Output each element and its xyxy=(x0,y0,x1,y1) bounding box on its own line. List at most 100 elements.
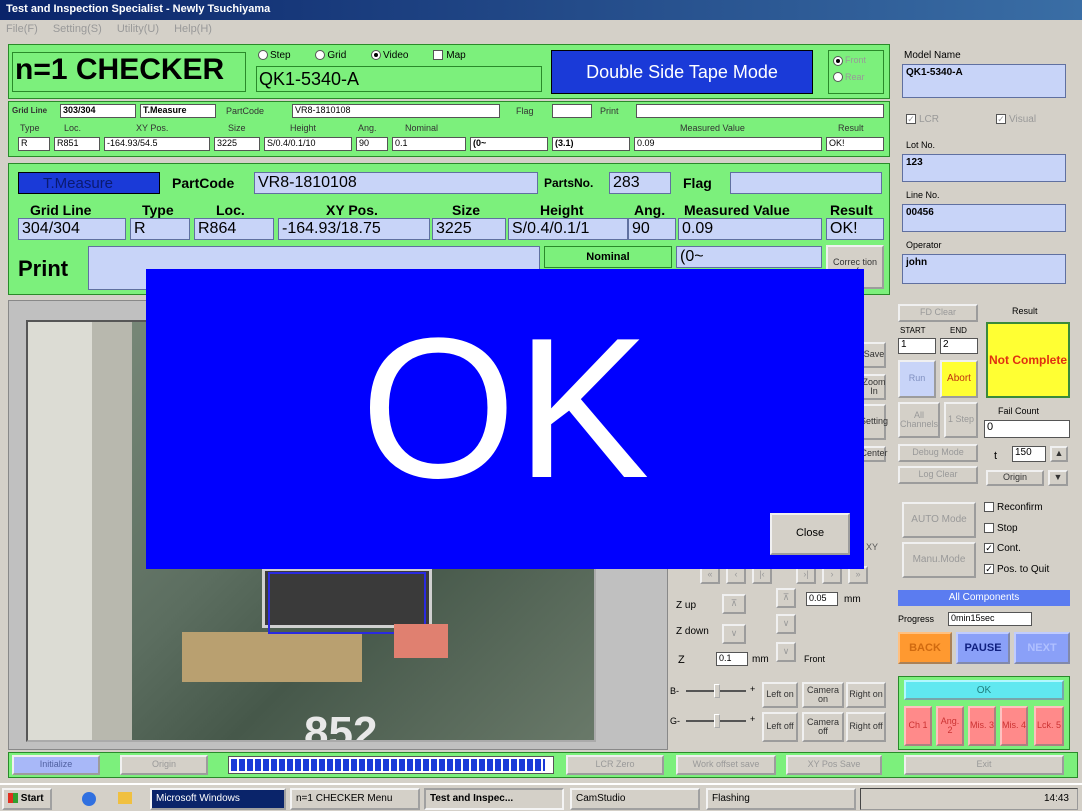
start-button[interactable]: Start xyxy=(2,788,52,810)
light-slider-2[interactable] xyxy=(686,714,746,728)
cont-checkbox[interactable]: ✓ Cont. xyxy=(984,543,1021,554)
abort-button[interactable]: Abort xyxy=(940,360,978,398)
zoom-in-partial-button[interactable]: Zoom In xyxy=(862,374,886,400)
light-slider-1[interactable] xyxy=(686,684,746,698)
origin-small-button[interactable]: Origin xyxy=(986,470,1044,486)
t-spin-up-icon[interactable]: ▲ xyxy=(1050,446,1068,462)
slider-thumb-1[interactable] xyxy=(714,684,720,698)
z-up-button[interactable]: ⊼ xyxy=(722,594,746,614)
auto-mode-button[interactable]: AUTO Mode xyxy=(902,502,976,538)
pos-to-quit-checkbox[interactable]: ✓ Pos. to Quit xyxy=(984,564,1049,575)
lot-label: Lot No. xyxy=(906,140,936,150)
right-light-off-button[interactable]: Right off xyxy=(846,712,886,742)
left-light-on-button[interactable]: Left on xyxy=(762,682,798,708)
next-button[interactable]: NEXT xyxy=(1014,632,1070,664)
ng-button-4[interactable]: Mis. 4 xyxy=(1000,706,1028,746)
ng-button-1[interactable]: Ch 1 xyxy=(904,706,932,746)
menu-utility[interactable]: Utility(U) xyxy=(117,23,159,35)
stop-checkbox[interactable]: Stop xyxy=(984,523,1018,534)
one-step-button[interactable]: 1 Step xyxy=(944,402,978,438)
line-value[interactable]: 00456 xyxy=(902,204,1066,232)
dh-loc: Loc. xyxy=(216,202,245,218)
dv-height: S/0.4/0.1/1 xyxy=(508,218,628,240)
right-light-on-button[interactable]: Right on xyxy=(846,682,886,708)
taskbar-item-checker-menu[interactable]: n=1 CHECKER Menu xyxy=(290,788,420,810)
dh-xy-pos: XY Pos. xyxy=(326,202,378,218)
model-name-label: Model Name xyxy=(904,50,961,61)
origin-button[interactable]: Origin xyxy=(120,755,208,775)
dh-result: Result xyxy=(830,202,873,218)
operator-value[interactable]: john xyxy=(902,254,1066,284)
run-button[interactable]: Run xyxy=(898,360,936,398)
initialize-button[interactable]: Initialize xyxy=(12,755,100,775)
taskbar-item-flashing[interactable]: Flashing xyxy=(706,788,856,810)
radio-video[interactable]: Video xyxy=(371,50,408,61)
t-value-field[interactable]: 150 xyxy=(1012,446,1046,462)
y-up-button[interactable]: ⊼ xyxy=(776,588,796,608)
radio-rear[interactable]: Rear xyxy=(833,72,879,83)
t-label: t xyxy=(994,450,998,462)
dh-height: Height xyxy=(540,202,584,218)
end-label: END xyxy=(950,326,967,335)
z-step-field[interactable]: 0.05 xyxy=(806,592,838,606)
log-clear-button[interactable]: Log Clear xyxy=(898,466,978,484)
ng-button-2[interactable]: Ang. 2 xyxy=(936,706,964,746)
camera-light-off-button[interactable]: Camera off xyxy=(802,712,844,742)
detail-flag-value xyxy=(730,172,882,194)
menu-help[interactable]: Help(H) xyxy=(174,23,212,35)
fd-clear-button[interactable]: FD Clear xyxy=(898,304,978,322)
debug-mode-button[interactable]: Debug Mode xyxy=(898,444,978,462)
origin-spin-down-icon[interactable]: ▼ xyxy=(1048,470,1068,486)
lcr-checkbox[interactable]: ✓ LCR xyxy=(906,114,939,125)
y-mid-button[interactable]: ∨ xyxy=(776,614,796,634)
radio-grid[interactable]: Grid xyxy=(315,50,346,61)
ok-judge-button[interactable]: OK xyxy=(904,680,1064,700)
z-down-button[interactable]: ∨ xyxy=(722,624,746,644)
lcr-zero-button[interactable]: LCR Zero xyxy=(566,755,664,775)
line-label: Line No. xyxy=(906,190,940,200)
val-measured: 0.09 xyxy=(634,137,822,151)
taskbar-item-test-inspection[interactable]: Test and Inspec... xyxy=(424,788,564,810)
all-components-bar[interactable]: All Components xyxy=(898,590,1070,606)
close-button[interactable]: Close xyxy=(770,513,850,555)
menu-setting[interactable]: Setting(S) xyxy=(53,23,102,35)
radio-front[interactable]: Front xyxy=(833,55,879,66)
y-down-button[interactable]: ∨ xyxy=(776,642,796,662)
quicklaunch-folder-icon[interactable] xyxy=(118,792,132,804)
taskbar-item-microsoft-windows[interactable]: Microsoft Windows xyxy=(150,788,286,810)
double-side-tape-mode-button[interactable]: Double Side Tape Mode xyxy=(551,50,813,94)
z-value-field[interactable]: 0.1 xyxy=(716,652,748,666)
slider-thumb-2[interactable] xyxy=(714,714,720,728)
progress-label: Progress xyxy=(898,614,935,624)
end-field[interactable]: 2 xyxy=(940,338,978,354)
lot-value[interactable]: 123 xyxy=(902,154,1066,182)
quicklaunch-ie-icon[interactable] xyxy=(82,792,96,806)
exit-button[interactable]: Exit xyxy=(904,755,1064,775)
grid-line-value: 303/304 xyxy=(60,104,136,118)
radio-step[interactable]: Step xyxy=(258,50,291,61)
light-row2-plus: + xyxy=(750,714,756,724)
manual-mode-button[interactable]: Manu.Mode xyxy=(902,542,976,578)
all-channels-button[interactable]: All Channels xyxy=(898,402,940,438)
visual-checkbox[interactable]: ✓ Visual xyxy=(996,114,1036,125)
center-partial-button[interactable]: Center xyxy=(861,446,888,462)
reconfirm-checkbox[interactable]: Reconfirm xyxy=(984,502,1043,513)
camera-light-on-button[interactable]: Camera on xyxy=(802,682,844,708)
start-field[interactable]: 1 xyxy=(898,338,936,354)
val-height: S/0.4/0.1/10 xyxy=(264,137,352,151)
xy-pos-save-button[interactable]: XY Pos Save xyxy=(786,755,882,775)
taskbar-item-camstudio[interactable]: CamStudio xyxy=(570,788,700,810)
val-type: R xyxy=(18,137,50,151)
save-partial-button[interactable]: Save xyxy=(862,342,886,368)
back-button[interactable]: BACK xyxy=(898,632,952,664)
left-light-off-button[interactable]: Left off xyxy=(762,712,798,742)
menu-file[interactable]: File(F) xyxy=(6,23,38,35)
taskbar: Start Microsoft Windows n=1 CHECKER Menu… xyxy=(0,783,1082,811)
ng-button-5[interactable]: Lck. 5 xyxy=(1034,706,1064,746)
pause-button[interactable]: PAUSE xyxy=(956,632,1010,664)
map-checkbox[interactable]: Map xyxy=(433,50,466,61)
detail-partcode-value: VR8-1810108 xyxy=(254,172,538,194)
work-offset-save-button[interactable]: Work offset save xyxy=(676,755,776,775)
ng-button-3[interactable]: Mis. 3 xyxy=(968,706,996,746)
setting-partial-button[interactable]: Setting xyxy=(860,404,888,440)
